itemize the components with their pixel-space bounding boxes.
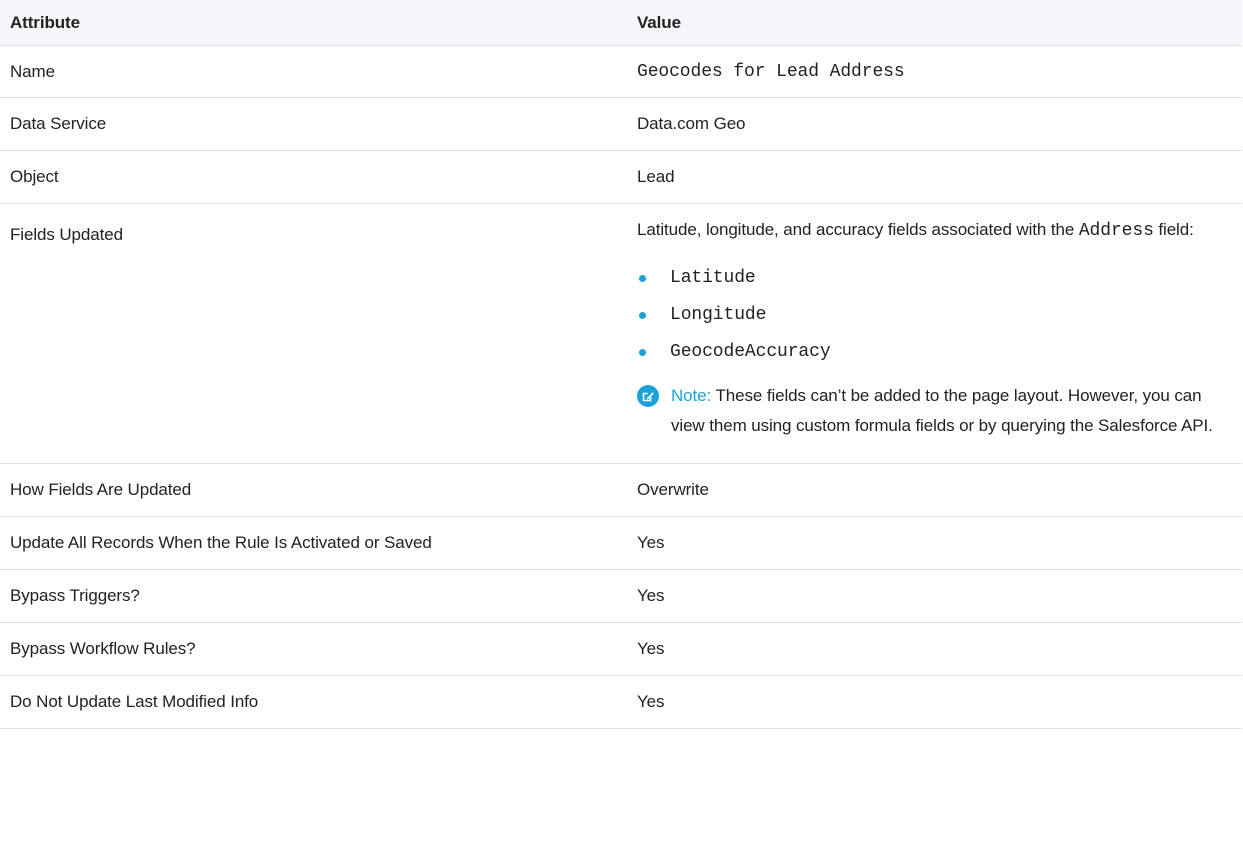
table-row: Update All Records When the Rule Is Acti… bbox=[0, 516, 1242, 570]
row-value-how-updated: Overwrite bbox=[621, 463, 1242, 517]
row-label-bypass-workflow: Bypass Workflow Rules? bbox=[0, 622, 621, 676]
column-header-value: Value bbox=[621, 0, 1242, 46]
row-label-data-service: Data Service bbox=[0, 97, 621, 151]
row-label-fields-updated: Fields Updated bbox=[0, 203, 621, 464]
bullet-icon bbox=[639, 312, 646, 319]
attribute-table: Attribute Value Name Geocodes for Lead A… bbox=[0, 0, 1242, 729]
fields-intro: Latitude, longitude, and accuracy fields… bbox=[637, 215, 1230, 246]
table-row: Name Geocodes for Lead Address bbox=[0, 45, 1242, 98]
list-item: Longitude bbox=[637, 297, 1230, 334]
fields-intro-suffix: field: bbox=[1158, 220, 1194, 239]
edit-note-icon bbox=[637, 385, 659, 407]
note-text: These fields can’t be added to the page … bbox=[671, 386, 1213, 435]
row-value-bypass-triggers: Yes bbox=[621, 569, 1242, 623]
field-name-geocode-accuracy: GeocodeAccuracy bbox=[670, 342, 831, 362]
row-value-fields-updated: Latitude, longitude, and accuracy fields… bbox=[621, 203, 1242, 464]
field-name-latitude: Latitude bbox=[670, 268, 756, 288]
row-label-name: Name bbox=[0, 45, 621, 98]
table-row: Object Lead bbox=[0, 150, 1242, 204]
bullet-icon bbox=[639, 275, 646, 282]
note-label: Note: bbox=[671, 386, 712, 405]
fields-intro-text: Latitude, longitude, and accuracy fields… bbox=[637, 220, 1075, 239]
row-label-how-updated: How Fields Are Updated bbox=[0, 463, 621, 517]
table-row: Fields Updated Latitude, longitude, and … bbox=[0, 203, 1242, 464]
row-value-no-last-modified: Yes bbox=[621, 675, 1242, 729]
row-value-name: Geocodes for Lead Address bbox=[621, 45, 1242, 98]
table-row: How Fields Are Updated Overwrite bbox=[0, 463, 1242, 517]
field-list: Latitude Longitude GeocodeAccuracy bbox=[637, 260, 1230, 371]
address-field-code: Address bbox=[1078, 221, 1154, 241]
row-value-bypass-workflow: Yes bbox=[621, 622, 1242, 676]
row-value-data-service: Data.com Geo bbox=[621, 97, 1242, 151]
table-row: Bypass Workflow Rules? Yes bbox=[0, 622, 1242, 676]
table-row: Do Not Update Last Modified Info Yes bbox=[0, 675, 1242, 729]
table-row: Bypass Triggers? Yes bbox=[0, 569, 1242, 623]
list-item: GeocodeAccuracy bbox=[637, 334, 1230, 371]
list-item: Latitude bbox=[637, 260, 1230, 297]
row-label-bypass-triggers: Bypass Triggers? bbox=[0, 569, 621, 623]
row-label-no-last-modified: Do Not Update Last Modified Info bbox=[0, 675, 621, 729]
field-name-longitude: Longitude bbox=[670, 305, 767, 325]
bullet-icon bbox=[639, 349, 646, 356]
row-label-object: Object bbox=[0, 150, 621, 204]
column-header-attribute: Attribute bbox=[0, 0, 621, 46]
table-header-row: Attribute Value bbox=[0, 0, 1242, 46]
note-callout: Note: These fields can’t be added to the… bbox=[637, 381, 1230, 441]
table-row: Data Service Data.com Geo bbox=[0, 97, 1242, 151]
row-value-update-all: Yes bbox=[621, 516, 1242, 570]
row-label-update-all: Update All Records When the Rule Is Acti… bbox=[0, 516, 621, 570]
row-value-object: Lead bbox=[621, 150, 1242, 204]
